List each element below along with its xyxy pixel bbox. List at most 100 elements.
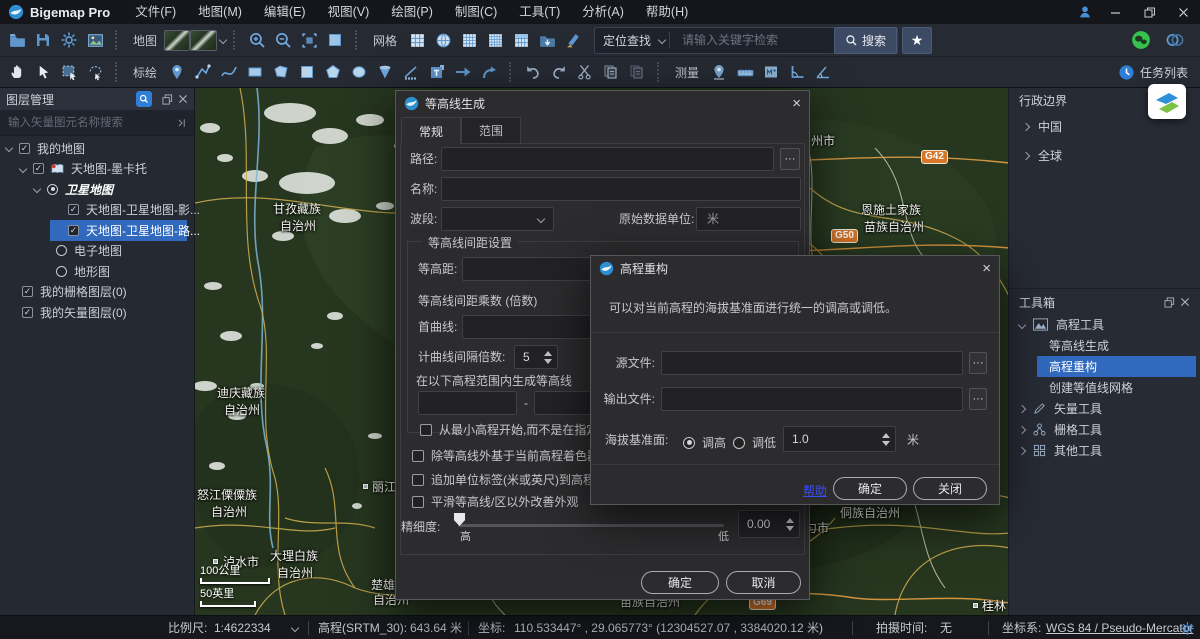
latlon-grid-icon[interactable] [482, 27, 508, 53]
menu-edit[interactable]: 编辑(E) [253, 0, 317, 24]
toolbox-group-elevation[interactable]: 高程工具 [1009, 314, 1200, 335]
zoom-in-icon[interactable] [244, 27, 270, 53]
wgs-grid-icon[interactable] [508, 27, 534, 53]
elevation-close-button[interactable]: 关闭 [913, 477, 987, 500]
select-lasso-icon[interactable] [82, 59, 108, 85]
layer-search-input[interactable] [6, 116, 176, 130]
precision-spinner[interactable]: 0.00 [738, 510, 800, 538]
paste-icon[interactable] [624, 59, 650, 85]
grid-icon[interactable] [404, 27, 430, 53]
layer-tree-item-tianditu[interactable]: 天地图-墨卡托 [0, 159, 194, 180]
scale-value[interactable]: 1:4622334 [214, 616, 271, 639]
menu-analysis[interactable]: 分析(A) [571, 0, 635, 24]
browse-source-button[interactable]: ··· [969, 352, 987, 374]
placemark-pin-icon[interactable] [164, 59, 190, 85]
radio-lower[interactable]: 调低 [733, 434, 776, 451]
curve-icon[interactable] [216, 59, 242, 85]
collapse-search-icon[interactable] [176, 117, 188, 129]
contour-cancel-button[interactable]: 取消 [726, 571, 801, 594]
float-panel-icon[interactable] [1164, 297, 1175, 308]
square-icon[interactable] [294, 59, 320, 85]
slope-ruler-icon[interactable] [398, 59, 424, 85]
close-panel-icon[interactable] [1180, 297, 1190, 307]
layer-tree-item-terrain[interactable]: 地形图 [0, 261, 194, 282]
save-icon[interactable] [30, 27, 56, 53]
basemap-thumbnail-1[interactable] [164, 27, 190, 53]
grid-export-folder-icon[interactable] [534, 27, 560, 53]
basemap-thumbnail-2[interactable] [190, 27, 226, 53]
zoom-out-icon[interactable] [270, 27, 296, 53]
browse-path-button[interactable]: ··· [780, 148, 800, 170]
restore-button[interactable] [1132, 0, 1166, 24]
menu-file[interactable]: 文件(F) [124, 0, 187, 24]
radio-raise[interactable]: 调高 [683, 434, 726, 451]
km-grid-icon[interactable] [456, 27, 482, 53]
select-rect-icon[interactable] [56, 59, 82, 85]
layer-tree-item-sat-image[interactable]: 天地图-卫星地图-影... [0, 200, 194, 221]
range-min-input[interactable] [418, 391, 517, 415]
contact-rings-icon[interactable] [1162, 27, 1188, 53]
toolbox-group-raster[interactable]: 栅格工具 [1009, 419, 1200, 440]
source-file-input[interactable] [661, 351, 963, 375]
curved-arrow-icon[interactable] [476, 59, 502, 85]
browse-output-button[interactable]: ··· [969, 388, 987, 410]
menu-help[interactable]: 帮助(H) [635, 0, 699, 24]
path-input[interactable] [441, 147, 774, 171]
toolbox-item-rebuild[interactable]: 高程重构 [1009, 356, 1200, 377]
close-panel-icon[interactable] [178, 94, 188, 104]
pan-hand-icon[interactable] [4, 59, 30, 85]
measure-distance-icon[interactable] [732, 59, 758, 85]
precision-slider-track[interactable] [458, 524, 724, 527]
admin-item-global[interactable]: 全球 [1009, 141, 1200, 170]
export-image-icon[interactable] [82, 27, 108, 53]
protractor-icon[interactable] [810, 59, 836, 85]
locate-mode-dropdown[interactable]: 定位查找 [595, 32, 659, 49]
elevation-ok-button[interactable]: 确定 [833, 477, 907, 500]
measure-area-icon[interactable] [758, 59, 784, 85]
wechat-icon[interactable] [1128, 27, 1154, 53]
name-input[interactable] [441, 177, 801, 201]
cut-scissors-icon[interactable] [572, 59, 598, 85]
rectangle-icon[interactable] [242, 59, 268, 85]
ellipse-icon[interactable] [346, 59, 372, 85]
layer-tree-item-sat-road[interactable]: 天地图-卫星地图-路... [0, 220, 194, 241]
close-icon[interactable]: × [982, 261, 991, 276]
user-account-icon[interactable] [1072, 4, 1098, 20]
layer-tree-item-my-map[interactable]: 我的地图 [0, 138, 194, 159]
bigemap-overlay-logo[interactable] [1148, 84, 1186, 119]
close-icon[interactable]: × [792, 96, 801, 111]
tab-general[interactable]: 常规 [401, 117, 461, 144]
float-panel-icon[interactable] [162, 94, 173, 105]
open-folder-icon[interactable] [4, 27, 30, 53]
polygon-icon[interactable] [268, 59, 294, 85]
toolbox-item-contour-grid[interactable]: 创建等值线网格 [1009, 377, 1200, 398]
menu-view[interactable]: 视图(V) [317, 0, 381, 24]
chevron-down-icon[interactable] [291, 624, 299, 632]
crs-value[interactable]: WGS 84 / Pseudo-Mercator [1046, 616, 1193, 639]
toolbox-item-contour[interactable]: 等高线生成 [1009, 335, 1200, 356]
toolbox-group-vector[interactable]: 矢量工具 [1009, 398, 1200, 419]
datum-value-spinner[interactable]: 1.0 [783, 426, 896, 452]
redo-icon[interactable] [546, 59, 572, 85]
task-list-button[interactable]: 任务列表 [1118, 64, 1188, 81]
measure-pin-icon[interactable] [706, 59, 732, 85]
band-select[interactable] [441, 207, 554, 231]
copy-icon[interactable] [598, 59, 624, 85]
toolbox-group-other[interactable]: 其他工具 [1009, 440, 1200, 461]
keyword-search-input[interactable] [674, 33, 834, 47]
tab-range[interactable]: 范围 [461, 117, 521, 143]
undo-icon[interactable] [520, 59, 546, 85]
measure-angle-icon[interactable] [784, 59, 810, 85]
menu-draw[interactable]: 绘图(P) [380, 0, 444, 24]
checkbox-unit-label[interactable]: 追加单位标签(米或英尺)到高程标签 [412, 471, 619, 488]
utm-globe-grid-icon[interactable] [430, 27, 456, 53]
crs-settings-gear-icon[interactable] [1180, 620, 1195, 639]
help-link[interactable]: 帮助 [803, 482, 827, 499]
contour-ok-button[interactable]: 确定 [641, 571, 719, 594]
minimize-button[interactable] [1098, 0, 1132, 24]
elevation-dialog-titlebar[interactable]: 高程重构 × [591, 256, 999, 280]
layer-tree-item-satellite[interactable]: 卫星地图 [0, 179, 194, 200]
search-button[interactable]: 搜索 [834, 27, 897, 54]
checkbox-smooth[interactable]: 平滑等高线/区以外改善外观 [412, 493, 578, 510]
menu-tools[interactable]: 工具(T) [508, 0, 571, 24]
